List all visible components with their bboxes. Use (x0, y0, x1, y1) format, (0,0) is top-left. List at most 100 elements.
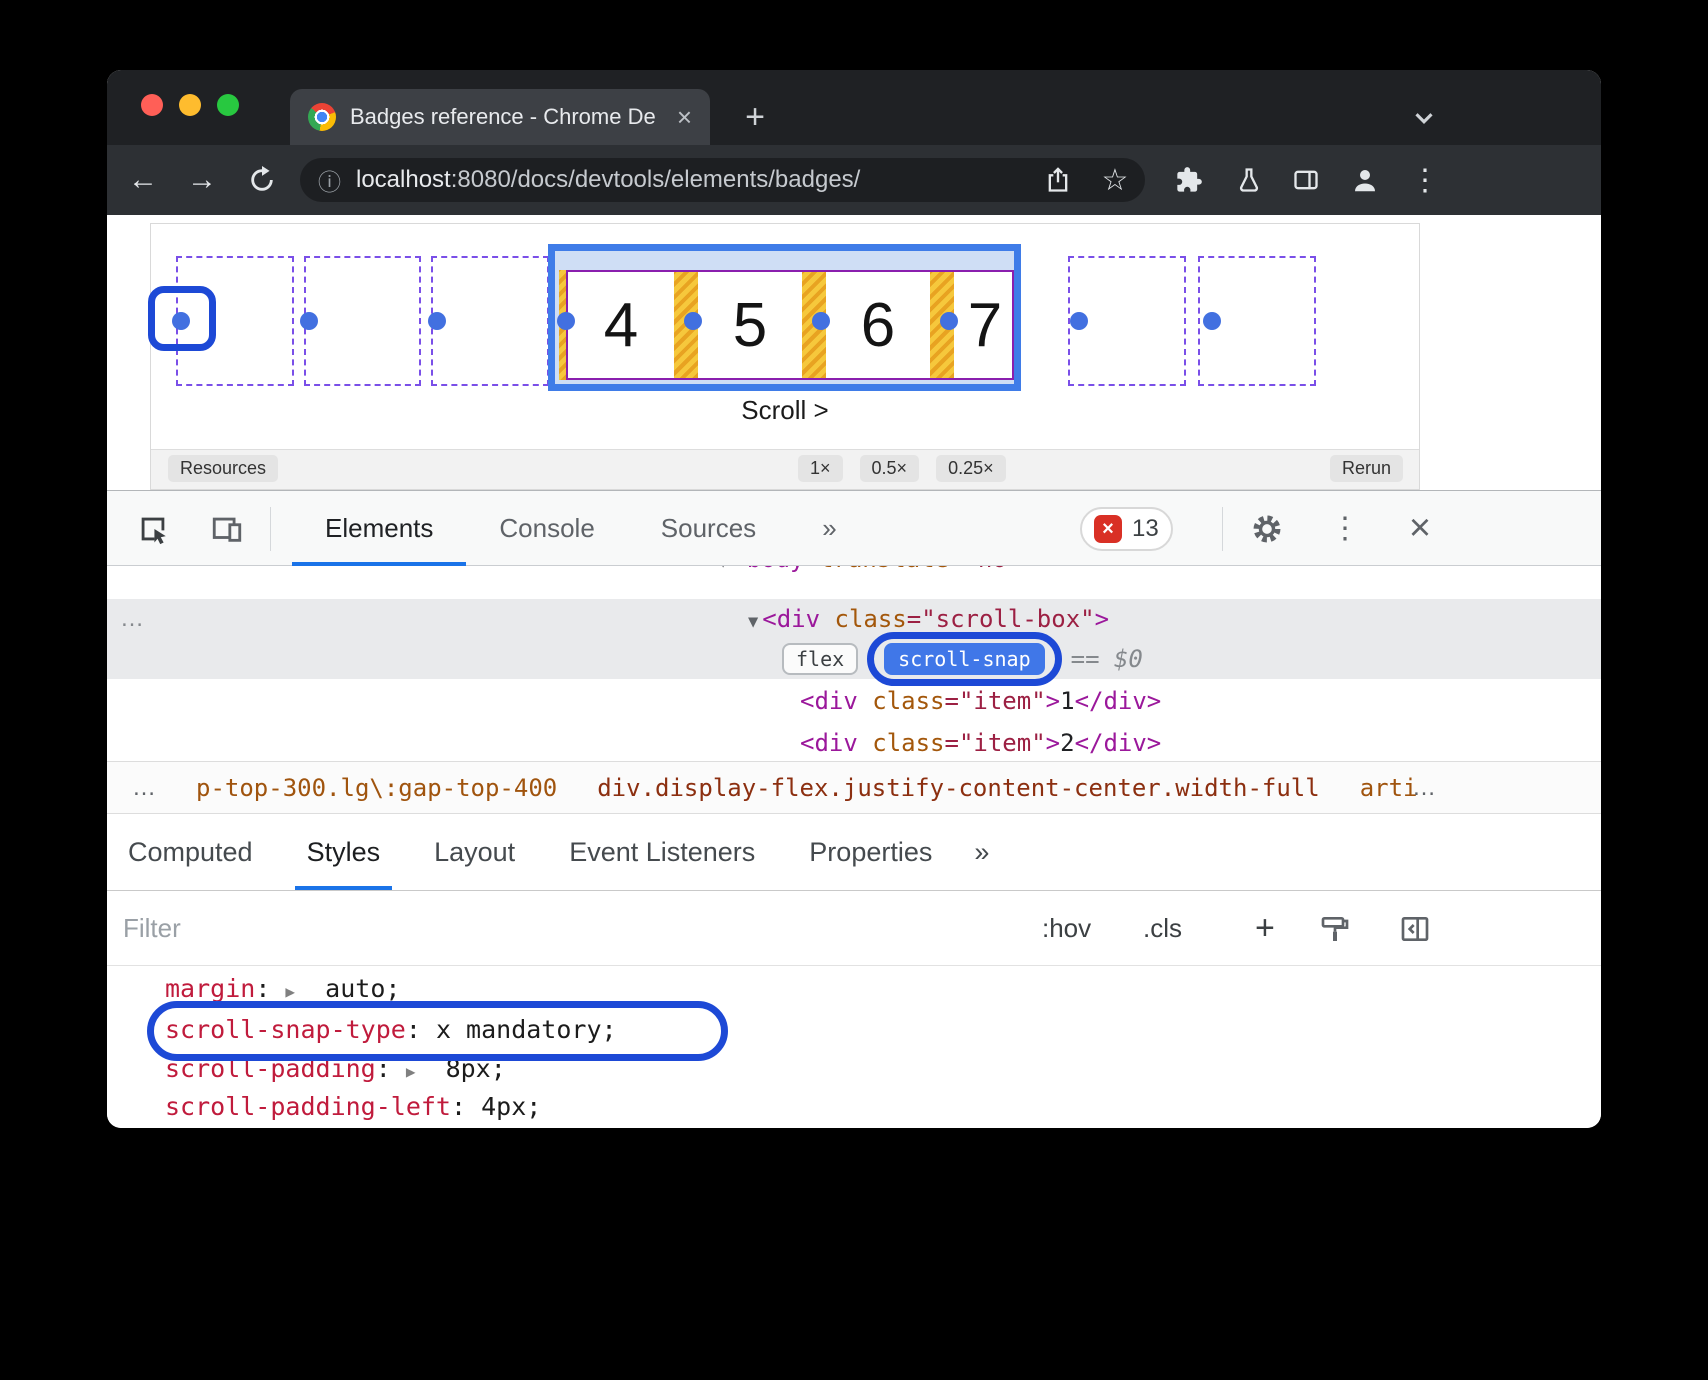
tree-node-scroll-box[interactable]: ▼<div class="scroll-box"> (748, 599, 1109, 642)
tab-elements[interactable]: Elements (292, 491, 466, 566)
zoom-window-button[interactable] (217, 94, 239, 116)
tab-computed[interactable]: Computed (116, 814, 265, 890)
breadcrumb-overflow-right[interactable]: … (1412, 762, 1436, 813)
show-sidebar-icon[interactable] (1399, 891, 1431, 966)
more-tabs-icon[interactable]: » (789, 491, 869, 566)
devtools-menu-kebab-icon[interactable]: ⋮ (1323, 491, 1367, 566)
toolbar-separator (1222, 507, 1223, 551)
equals-dollar-zero-hint: == $0 (1071, 645, 1143, 673)
css-rule-margin[interactable]: margin: ▶: auto; (165, 969, 400, 1012)
url-bar[interactable]: ⓘ localhost:8080/docs/devtools/elements/… (300, 158, 1145, 202)
minimize-window-button[interactable] (179, 94, 201, 116)
devtools-toolbar: Elements Console Sources » × 13 ⋮ × (107, 491, 1601, 566)
browser-menu-kebab-icon[interactable]: ⋮ (1403, 145, 1447, 215)
breadcrumb-item[interactable]: div.display-flex.justify-content-center.… (597, 774, 1319, 802)
tab-sources[interactable]: Sources (628, 491, 789, 566)
scale-05x-button[interactable]: 0.5× (860, 455, 920, 482)
expand-shorthand-icon[interactable]: ▶ (406, 1062, 416, 1081)
snap-item-number: 5 (733, 290, 767, 361)
css-rule-scroll-padding-left[interactable]: scroll-padding-left: 4px; (165, 1087, 541, 1127)
demo-footer-bar: Resources 1× 0.5× 0.25× Rerun (151, 449, 1419, 489)
breadcrumb-item[interactable]: p-top-300.lg\:gap-top-400 (196, 774, 557, 802)
breadcrumb-item[interactable]: arti (1360, 774, 1418, 802)
page-content: 4 5 6 7 Scroll > (107, 215, 1601, 490)
close-devtools-icon[interactable]: × (1398, 491, 1442, 566)
site-info-icon[interactable]: ⓘ (318, 163, 341, 197)
breadcrumb: … p-top-300.lg\:gap-top-400 div.display-… (107, 761, 1601, 814)
scroll-snap-badge[interactable]: scroll-snap (884, 643, 1044, 675)
url-path: :8080/docs/devtools/elements/badges/ (451, 166, 861, 193)
element-badges-row: flex scroll-snap == $0 (782, 637, 1143, 681)
css-rule-scroll-padding[interactable]: scroll-padding: ▶: 8px; (165, 1049, 506, 1092)
forward-button[interactable]: → (180, 145, 224, 215)
snap-item: 5 (698, 272, 802, 378)
snap-item-number: 4 (604, 290, 638, 361)
window-titlebar: Badges reference - Chrome De × + (107, 70, 1601, 145)
device-toolbar-icon[interactable] (205, 491, 249, 566)
chrome-favicon-icon (308, 103, 336, 131)
inspect-element-icon[interactable] (131, 491, 175, 566)
snap-point-dot (172, 312, 190, 330)
tab-styles[interactable]: Styles (295, 814, 393, 890)
browser-tab[interactable]: Badges reference - Chrome De × (290, 89, 710, 145)
snap-item-outline (431, 256, 549, 386)
error-count-badge[interactable]: × 13 (1080, 507, 1173, 551)
toggle-hover-state-button[interactable]: :hov (1042, 891, 1091, 966)
tree-node-item-2[interactable]: <div class="item">2</div> (800, 723, 1161, 763)
tab-event-listeners[interactable]: Event Listeners (557, 814, 767, 890)
flex-badge[interactable]: flex (782, 643, 858, 675)
breadcrumb-overflow-left[interactable]: … (132, 774, 156, 802)
paint-roller-icon[interactable] (1319, 891, 1351, 966)
styles-filter-input[interactable] (123, 906, 823, 951)
new-style-rule-button[interactable]: + (1255, 891, 1275, 966)
tab-close-icon[interactable]: × (677, 102, 692, 133)
node-overflow-ellipsis[interactable]: … (120, 599, 144, 639)
screen: { "browser": { "tab_title": "Badges refe… (0, 0, 1708, 1380)
rerun-button[interactable]: Rerun (1330, 455, 1403, 482)
snap-item-outline (176, 256, 294, 386)
url-host: localhost (356, 166, 451, 193)
back-button[interactable]: ← (121, 145, 165, 215)
labs-flask-icon[interactable] (1227, 145, 1271, 215)
toggle-classes-button[interactable]: .cls (1143, 891, 1182, 966)
expand-shorthand-icon[interactable]: ▶ (285, 982, 295, 1001)
tab-search-chevron-icon[interactable] (1409, 103, 1439, 133)
bookmark-star-icon[interactable]: ☆ (1093, 145, 1137, 215)
css-rule-scroll-snap-type[interactable]: scroll-snap-type: x mandatory; (165, 1010, 617, 1050)
scale-1x-button[interactable]: 1× (798, 455, 843, 482)
snap-item: 4 (568, 272, 674, 378)
styles-sidebar-tabs: Computed Styles Layout Event Listeners P… (107, 814, 1601, 891)
toolbar-separator (270, 507, 271, 551)
reload-button[interactable] (240, 145, 284, 215)
snap-point-dot (300, 312, 318, 330)
url-text: localhost:8080/docs/devtools/elements/ba… (356, 166, 860, 194)
browser-toolbar: ← → ⓘ localhost:8080/docs/devtools/eleme… (107, 145, 1601, 215)
snap-point-dot (428, 312, 446, 330)
close-window-button[interactable] (141, 94, 163, 116)
extensions-puzzle-icon[interactable] (1167, 145, 1211, 215)
scroll-snap-demo-frame: 4 5 6 7 Scroll > (150, 223, 1420, 490)
tab-properties[interactable]: Properties (797, 814, 944, 890)
snap-item: 6 (826, 272, 930, 378)
new-tab-button[interactable]: + (735, 101, 775, 135)
styles-filter-bar: :hov .cls + (107, 891, 1601, 966)
share-icon[interactable] (1036, 145, 1080, 215)
traffic-lights (141, 94, 239, 116)
tab-title: Badges reference - Chrome De (350, 104, 671, 130)
error-count: 13 (1132, 515, 1159, 543)
snap-point-dot (1070, 312, 1088, 330)
scale-025x-button[interactable]: 0.25× (936, 455, 1006, 482)
snap-point-dot (557, 312, 575, 330)
snap-point-dot (812, 312, 830, 330)
tree-node-item-1[interactable]: <div class="item">1</div> (800, 681, 1161, 721)
resources-button[interactable]: Resources (168, 455, 278, 482)
more-sidebar-tabs-icon[interactable]: » (974, 814, 989, 890)
profile-avatar[interactable] (1343, 145, 1387, 215)
snap-point-dot (1203, 312, 1221, 330)
tab-console[interactable]: Console (466, 491, 627, 566)
side-panel-icon[interactable] (1284, 145, 1328, 215)
settings-gear-icon[interactable] (1245, 491, 1289, 566)
scroll-snap-badge-wrap: scroll-snap (884, 643, 1044, 675)
expand-arrow-icon[interactable]: ▼ (748, 612, 758, 632)
tab-layout[interactable]: Layout (422, 814, 527, 890)
